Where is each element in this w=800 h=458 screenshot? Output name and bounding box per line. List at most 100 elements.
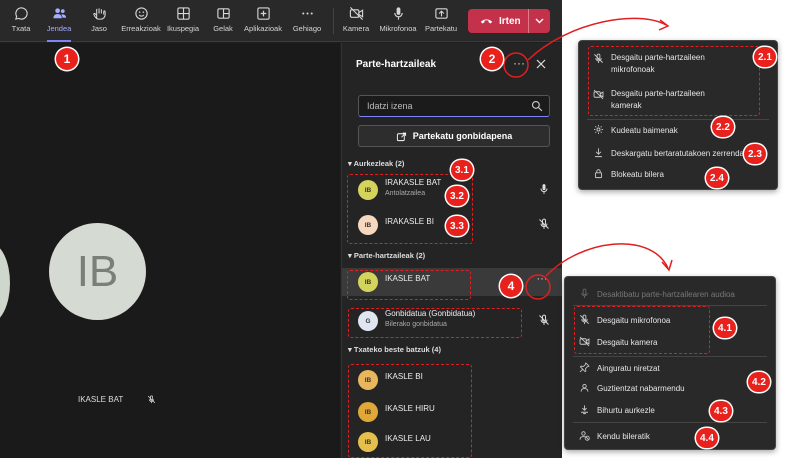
close-icon (536, 59, 546, 69)
partial-avatar (0, 243, 10, 323)
participant-name-text: IKASLE BAT (78, 395, 124, 404)
menu-item-label: Kendu bileratik (597, 431, 650, 441)
view-button[interactable]: Ikuspegia (164, 6, 202, 38)
callout-badge: 2.4 (706, 168, 728, 188)
search-input[interactable]: Idatzi izena (358, 95, 550, 117)
section-presenters[interactable]: ▾ Aurkezleak (2) (348, 159, 404, 168)
participant-name: IKASLE BAT (78, 395, 156, 404)
highlight-others (348, 364, 472, 458)
camera-label: Kamera (342, 24, 370, 33)
share-invite-label: Partekatu gonbidapena (412, 131, 513, 141)
chat-label: Txata (11, 24, 31, 33)
microphone-icon (393, 7, 403, 20)
lock-icon (594, 169, 603, 179)
leave-options-dropdown[interactable] (529, 9, 550, 33)
menu-item-manage-permissions[interactable]: Kudeatu baimenak (579, 121, 779, 139)
meeting-toolbar: Txata Jendea Jaso Erreakzioak Ikuspegia … (0, 0, 562, 42)
participant-more-button[interactable]: ··· (532, 272, 552, 292)
leave-main[interactable]: Irten (468, 9, 529, 33)
menu-item-label: Bihurtu aurkezle (597, 405, 655, 415)
share-button[interactable]: Partekatu (423, 6, 459, 38)
menu-item-label: Desaktibatu parte-hartzailearen audioa (597, 289, 735, 299)
toolbar-divider (333, 8, 334, 34)
participant-avatar: IB (49, 223, 146, 320)
camera-button[interactable]: Kamera (342, 6, 370, 38)
menu-item-pin[interactable]: Ainguratu niretzat (565, 359, 777, 377)
menu-item-label: Guztientzat nabarmendu (597, 383, 685, 393)
callout-badge: 3.2 (446, 186, 468, 206)
close-button[interactable] (532, 55, 550, 75)
mic-off-icon (539, 218, 549, 229)
callout-badge: 1 (56, 48, 78, 70)
menu-item-label: Kudeatu baimenak (611, 125, 678, 135)
callout-badge: 2.1 (754, 47, 776, 67)
menu-divider (573, 422, 767, 423)
reactions-label: Erreakzioak (121, 24, 161, 33)
menu-item-label: Blokeatu bilera (611, 169, 664, 179)
microphone-label: Mikrofonoa (379, 24, 417, 33)
callout-badge: 4.3 (710, 401, 732, 421)
leave-label: Irten (499, 15, 521, 27)
rooms-button[interactable]: Gelak (210, 6, 236, 38)
highlight-ikasle-bat (347, 270, 471, 300)
chat-button[interactable]: Txata (8, 6, 34, 38)
callout-badge: 3.1 (451, 160, 473, 180)
menu-item-make-presenter[interactable]: Bihurtu aurkezle (565, 401, 777, 419)
gear-icon (594, 125, 603, 134)
callout-badge: 2.2 (712, 117, 734, 137)
menu-item-remove[interactable]: Kendu bileratik (565, 427, 777, 445)
raise-hand-button[interactable]: Jaso (86, 6, 112, 38)
panel-more-button[interactable]: ··· (508, 55, 530, 75)
people-button[interactable]: Jendea (41, 6, 77, 42)
mic-off-icon (148, 395, 156, 404)
callout-badge: 4.1 (714, 318, 736, 338)
phone-hangup-icon (480, 19, 493, 24)
more-button[interactable]: Gehiago (289, 6, 325, 38)
chat-icon (14, 7, 28, 20)
callout-badge: 4.4 (696, 428, 718, 448)
view-grid-icon (176, 7, 190, 20)
menu-item-label: Deskargatu bertaratutakoen zerrenda (611, 148, 744, 158)
participant-options-menu: Desaktibatu parte-hartzailearen audioa D… (564, 276, 776, 450)
rooms-label: Gelak (213, 24, 233, 33)
mic-icon (581, 288, 588, 298)
callout-badge: 3.3 (446, 216, 468, 236)
apps-button[interactable]: Aplikazioak (242, 6, 284, 38)
pin-icon (579, 362, 590, 373)
rooms-icon (216, 8, 230, 19)
leave-button[interactable]: Irten (468, 9, 550, 33)
make-presenter-icon (581, 405, 588, 415)
download-icon (595, 148, 602, 158)
spotlight-icon (580, 383, 589, 392)
microphone-icon (540, 184, 548, 194)
apps-plus-icon (256, 7, 270, 20)
section-attendees-label: Parte-hartzaileak (2) (353, 251, 426, 260)
section-attendees[interactable]: ▾ Parte-hartzaileak (2) (348, 251, 425, 260)
remove-person-icon (579, 431, 590, 441)
section-others-label: Txateko beste batzuk (4) (353, 345, 441, 354)
highlight-2-1 (588, 46, 760, 116)
panel-title: Parte-hartzaileak (356, 59, 437, 70)
view-label: Ikuspegia (166, 24, 200, 33)
share-icon (396, 132, 406, 141)
callout-badge: 2 (481, 48, 503, 70)
share-label: Partekatu (424, 24, 458, 33)
smiley-icon (134, 7, 148, 20)
more-label: Gehiago (292, 24, 322, 33)
callout-badge: 4 (500, 275, 522, 297)
menu-item-lock-meeting[interactable]: Blokeatu bilera (579, 165, 779, 183)
section-others[interactable]: ▾ Txateko beste batzuk (4) (348, 345, 441, 354)
callout-badge: 4.2 (748, 372, 770, 392)
camera-off-icon (349, 7, 363, 20)
microphone-button[interactable]: Mikrofonoa (375, 6, 421, 38)
search-placeholder: Idatzi izena (367, 101, 413, 111)
reactions-button[interactable]: Erreakzioak (119, 6, 163, 38)
mic-off-icon (539, 314, 549, 325)
share-invite-button[interactable]: Partekatu gonbidapena (358, 125, 550, 147)
video-stage: IB IKASLE BAT (0, 43, 340, 458)
highlight-guest (348, 308, 522, 338)
raise-hand-label: Jaso (91, 24, 107, 33)
menu-item-spotlight[interactable]: Guztientzat nabarmendu (565, 379, 777, 397)
raise-hand-icon (92, 8, 106, 20)
highlight-4-1 (574, 306, 710, 354)
